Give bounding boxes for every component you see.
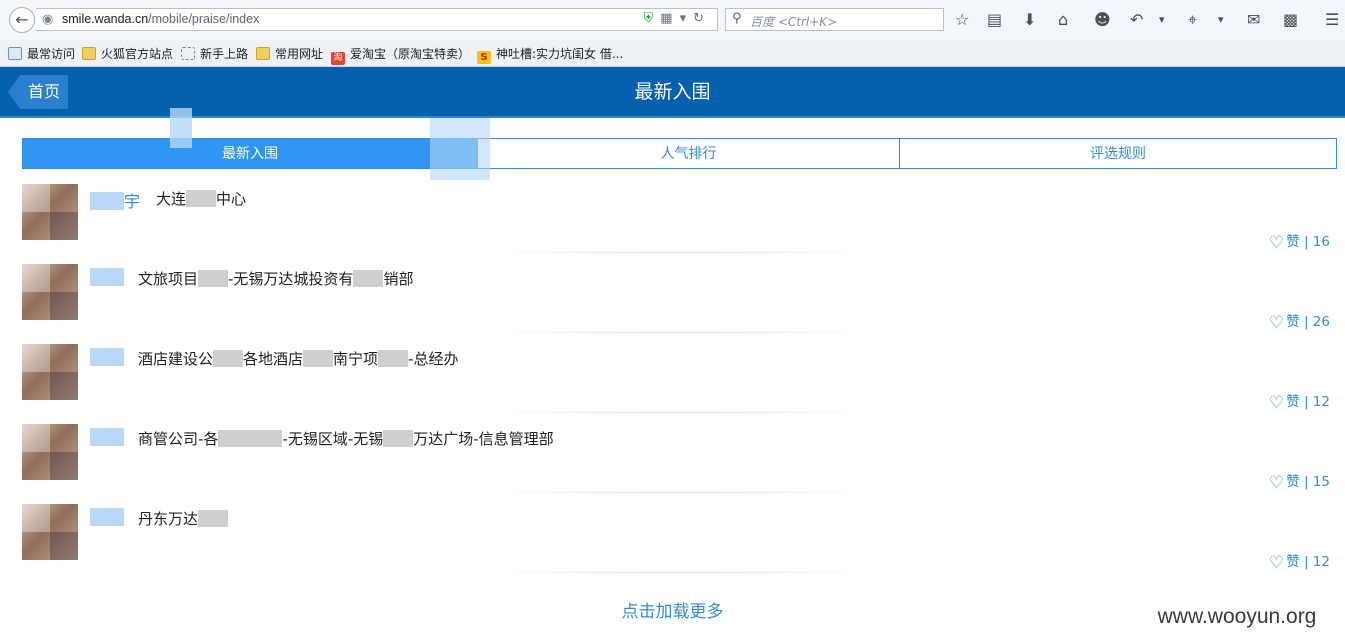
globe-icon: ◉ [42, 12, 54, 27]
crop-dropdown-icon[interactable]: ▾ [1218, 10, 1224, 30]
home-icon[interactable]: ⌂ [1058, 10, 1068, 30]
like-button[interactable]: ♡ 赞 | 16 [1269, 230, 1330, 253]
tab-rules[interactable]: 评选规则 [899, 138, 1337, 169]
url-text: smile.wanda.cn/mobile/praise/index [62, 12, 260, 26]
reader-mode-icon[interactable]: ▩ [1283, 10, 1298, 30]
list-item[interactable]: 宇 大连 中心 ♡ 赞 | 16 [0, 176, 1345, 256]
bookmark-shentucao[interactable]: S 神吐槽:实力坑闺女 借... [477, 45, 623, 64]
like-button[interactable]: ♡ 赞 | 12 [1269, 390, 1330, 413]
search-placeholder: 百度 <Ctrl+K> [750, 15, 838, 29]
chat-bubble-icon[interactable]: ✉ [1247, 10, 1260, 30]
search-icon: ⚲ [732, 11, 742, 26]
reload-icon: ↻ [693, 11, 711, 26]
list-item[interactable]: 酒店建设公 各地酒店 南宁项 -总经办 ♡ 赞 | 12 [0, 336, 1345, 416]
firefox-page-icon [8, 47, 22, 60]
employee-name: 宇 [90, 188, 140, 212]
employee-name [90, 428, 124, 447]
avatar [22, 264, 78, 320]
page-title: 最新入围 [634, 81, 711, 103]
tab-latest[interactable]: 最新入围 [22, 138, 478, 169]
bookmark-common-sites[interactable]: 常用网址 [256, 45, 323, 62]
employee-department: 丹东万达 [138, 508, 229, 529]
divider [480, 491, 880, 494]
crop-screenshot-icon[interactable]: ⌖ [1188, 10, 1197, 30]
back-arrow-icon[interactable]: ← [9, 7, 35, 33]
download-icon[interactable]: ⬇ [1023, 10, 1036, 30]
heart-icon: ♡ [1268, 233, 1285, 253]
employee-department: 大连 中心 [156, 190, 247, 208]
employee-department: 酒店建设公 各地酒店 南宁项 -总经办 [138, 350, 459, 368]
bookmark-aitaobao[interactable]: 淘爱淘宝（原淘宝特卖） [331, 45, 470, 65]
url-bar[interactable]: ◉ smile.wanda.cn/mobile/praise/index ⛨▦▾… [36, 8, 718, 31]
browser-toolbar: ← ◉ smile.wanda.cn/mobile/praise/index ⛨… [0, 0, 1345, 40]
employee-name [90, 348, 124, 367]
watermark: www.wooyun.org [1132, 601, 1342, 637]
like-button[interactable]: ♡ 赞 | 12 [1269, 550, 1330, 573]
bookmark-most-visited[interactable]: 最常访问 [8, 45, 75, 62]
bookmark-star-icon[interactable]: ☆ [955, 10, 969, 30]
heart-icon: ♡ [1268, 313, 1285, 333]
undo-dropdown-icon[interactable]: ▾ [1159, 10, 1165, 30]
chat-face-icon[interactable]: ☻ [1094, 10, 1111, 30]
avatar [22, 344, 78, 400]
heart-icon: ♡ [1268, 393, 1285, 413]
browser-chrome: ← ◉ smile.wanda.cn/mobile/praise/index ⛨… [0, 0, 1345, 67]
s-logo-icon: S [477, 51, 491, 64]
bookmark-getting-started[interactable]: 新手上路 [181, 45, 248, 62]
employee-name [90, 268, 124, 287]
divider [480, 411, 880, 414]
tab-popularity[interactable]: 人气排行 [477, 138, 900, 169]
list-item[interactable]: 丹东万达 ♡ 赞 | 12 [0, 496, 1345, 576]
employee-name [90, 508, 124, 527]
bookmarks-bar: 最常访问 火狐官方站点 新手上路 常用网址 淘爱淘宝（原淘宝特卖） S 神吐槽:实… [0, 40, 1345, 67]
avatar [22, 424, 78, 480]
mosaic-blur [170, 108, 192, 148]
like-button[interactable]: ♡ 赞 | 26 [1269, 310, 1330, 333]
divider [480, 331, 880, 334]
taobao-icon: 淘 [331, 52, 345, 65]
heart-icon: ♡ [1268, 473, 1285, 493]
divider [480, 251, 880, 254]
dropdown-icon: ▾ [679, 11, 694, 26]
menu-hamburger-icon[interactable]: ☰ [1325, 10, 1339, 30]
app-header: 最新入围 首页 [0, 67, 1345, 118]
employee-department: 商管公司-各 -无锡区域-无锡 万达广场-信息管理部 [138, 430, 554, 448]
qr-code-icon: ▦ [660, 11, 680, 26]
undo-icon[interactable]: ↶ [1130, 10, 1143, 30]
mosaic-blur [430, 118, 490, 180]
like-button[interactable]: ♡ 赞 | 15 [1269, 470, 1330, 493]
bookmark-firefox-site[interactable]: 火狐官方站点 [82, 45, 173, 62]
tab-bar: 最新入围 人气排行 评选规则 [22, 138, 1337, 169]
search-bar[interactable]: ⚲ 百度 <Ctrl+K> [725, 8, 944, 31]
shield-icon: ⛨ [643, 11, 661, 26]
home-back-button[interactable]: 首页 [8, 75, 69, 109]
reading-list-icon[interactable]: ▤ [987, 10, 1002, 30]
avatar [22, 184, 78, 240]
divider [480, 571, 880, 574]
list-item[interactable]: 文旅项目 -无锡万达城投资有 销部 ♡ 赞 | 26 [0, 256, 1345, 336]
employee-department: 文旅项目 -无锡万达城投资有 销部 [138, 270, 414, 288]
folder-icon [256, 47, 270, 60]
heart-icon: ♡ [1268, 553, 1285, 573]
folder-icon [82, 47, 96, 60]
blank-page-icon [181, 47, 195, 60]
avatar [22, 504, 78, 560]
list-item[interactable]: 商管公司-各 -无锡区域-无锡 万达广场-信息管理部 ♡ 赞 | 15 [0, 416, 1345, 496]
url-action-icons[interactable]: ⛨▦▾↻ [644, 11, 712, 26]
